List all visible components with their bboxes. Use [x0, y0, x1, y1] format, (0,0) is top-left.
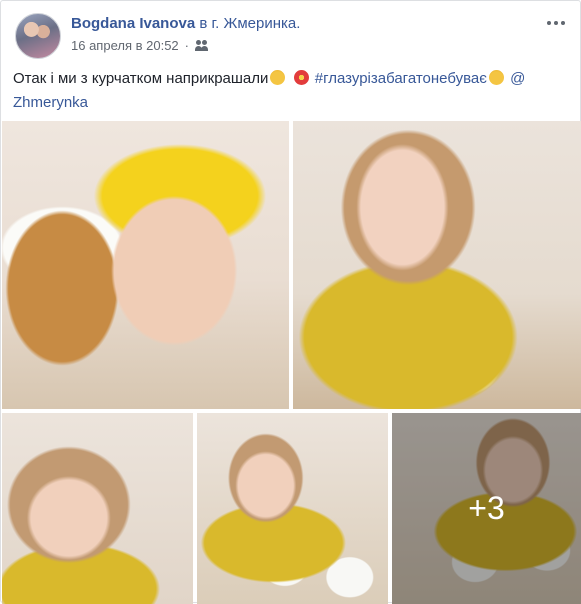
photo-3[interactable] — [2, 413, 193, 604]
photo-2[interactable] — [293, 121, 581, 409]
friends-icon[interactable] — [195, 40, 209, 51]
feed-post: Bogdana Ivanova в г. Жмеринка. 16 апреля… — [0, 0, 581, 604]
smiling-face-icon — [270, 70, 286, 85]
post-meta: 16 апреля в 20:52 · — [71, 38, 209, 53]
location-link[interactable]: Жмеринка. — [224, 15, 301, 32]
hashtag-link[interactable]: #глазурізабагатонебуває — [315, 70, 487, 87]
grinning-face-icon — [488, 70, 504, 85]
author-name[interactable]: Bogdana Ivanova — [71, 15, 195, 32]
photo-4[interactable] — [197, 413, 388, 604]
privacy-separator: · — [184, 38, 189, 53]
more-photos-count: +3 — [468, 490, 505, 526]
photo-1[interactable] — [2, 121, 289, 409]
post-text-body: Отак і ми з курчатком наприкрашали — [13, 70, 269, 87]
author-avatar[interactable] — [15, 13, 61, 59]
post-header: Bogdana Ivanova в г. Жмеринка. 16 апреля… — [13, 11, 568, 59]
post-timestamp[interactable]: 16 апреля в 20:52 — [71, 38, 179, 53]
more-photos-overlay[interactable]: +3 — [392, 413, 581, 604]
more-options-icon[interactable] — [544, 15, 568, 31]
post-text: Отак і ми з курчатком наприкрашали #глаз… — [13, 67, 568, 115]
author-line: Bogdana Ivanova в г. Жмеринка. — [71, 15, 300, 32]
photo-5-more[interactable]: +3 — [392, 413, 581, 604]
photo-grid: +3 — [1, 121, 581, 604]
location-prefix: в г. — [199, 15, 220, 32]
hibiscus-icon — [293, 70, 309, 85]
